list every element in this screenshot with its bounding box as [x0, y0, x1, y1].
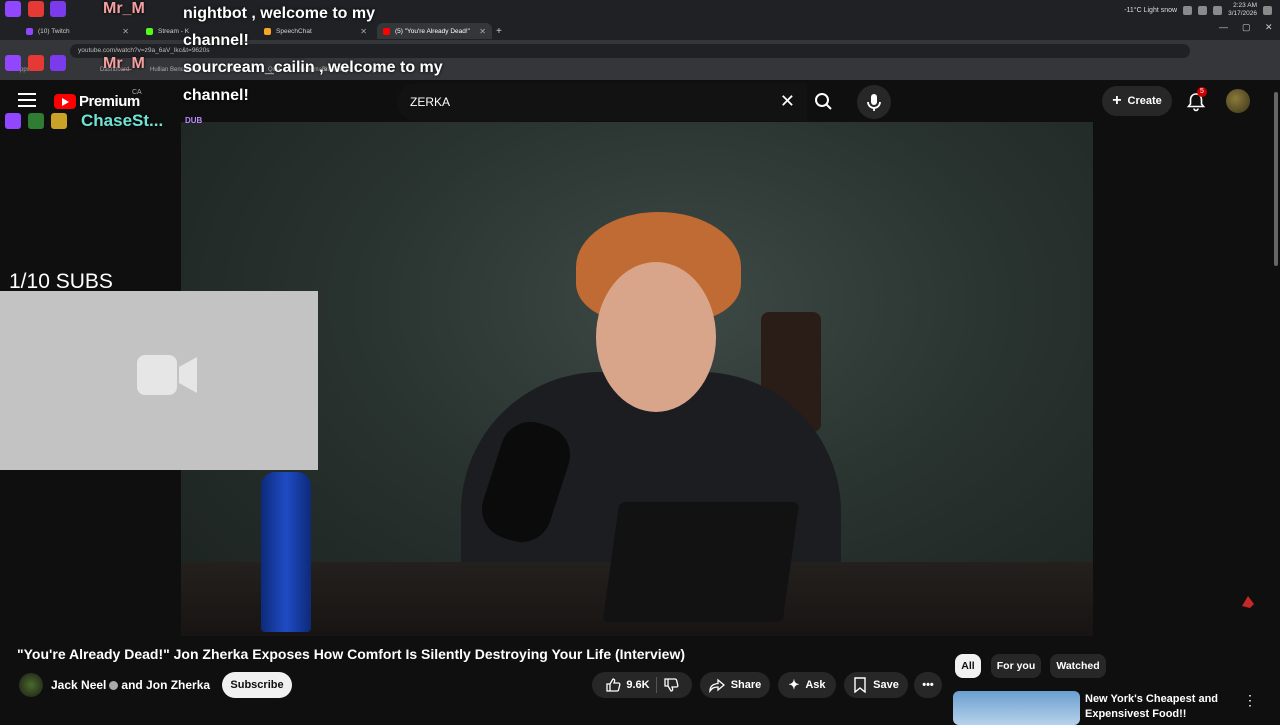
- video-scene-person-face: [596, 262, 716, 412]
- more-actions-icon[interactable]: •••: [914, 672, 942, 698]
- sparkle-icon: ✦: [788, 677, 800, 692]
- clock-date: 3/17/2026: [1228, 10, 1257, 17]
- save-label: Save: [873, 679, 899, 691]
- window-close-icon[interactable]: ✕: [1265, 22, 1273, 33]
- page-scrollbar[interactable]: [1274, 92, 1278, 266]
- youtube-play-icon: [54, 94, 76, 109]
- twitch-emote-icon: [5, 113, 21, 129]
- collab-channel-text[interactable]: and Jon Zherka: [121, 678, 210, 692]
- youtube-premium-logo[interactable]: Premium CA: [54, 89, 142, 110]
- share-label: Share: [730, 679, 762, 691]
- tab-close-icon[interactable]: ✕: [122, 27, 129, 36]
- system-tray: -11°C Light snow 2:23 AM 3/17/2026: [1124, 0, 1272, 20]
- wifi-icon[interactable]: [1183, 5, 1193, 15]
- twitch-emote-icon: [5, 1, 21, 17]
- tab-label: (10) Twitch: [38, 27, 70, 35]
- star-emote-icon: [50, 1, 66, 17]
- search-button[interactable]: [805, 83, 845, 121]
- battery-icon[interactable]: [1213, 5, 1223, 15]
- microphone-icon: [867, 94, 881, 111]
- chat-message: sourcream_cailin , welcome to my channel…: [183, 59, 443, 104]
- chip-watched[interactable]: Watched: [1050, 654, 1106, 678]
- thumbs-up-icon: [606, 678, 621, 692]
- like-divider: [655, 677, 657, 693]
- like-dislike-group: 9.6K: [592, 672, 692, 698]
- channel-watermark-icon: [1242, 596, 1254, 608]
- account-avatar[interactable]: [1226, 89, 1250, 113]
- voice-search-button[interactable]: [857, 85, 891, 119]
- save-button[interactable]: Save: [844, 672, 908, 698]
- video-title: "You're Already Dead!" Jon Zherka Expose…: [17, 646, 686, 662]
- suggested-video-title[interactable]: New York's Cheapest and Expensivest Food…: [1085, 692, 1225, 722]
- country-code: CA: [132, 89, 142, 96]
- check-emote-icon: [28, 113, 44, 129]
- browser-tab-twitch[interactable]: (10) Twitch ✕: [20, 23, 135, 39]
- new-tab-button[interactable]: +: [496, 23, 512, 39]
- dub-tag: DUB: [185, 116, 203, 125]
- minimize-icon[interactable]: —: [1219, 22, 1228, 32]
- channel-avatar[interactable]: [19, 673, 43, 697]
- thumbs-down-icon[interactable]: [663, 677, 679, 693]
- plus-icon: +: [1112, 92, 1122, 109]
- chip-all[interactable]: All: [955, 654, 981, 678]
- logo-text: Premium: [79, 93, 140, 110]
- twitch-emote-icon: [5, 55, 21, 71]
- hamburger-menu-icon[interactable]: [18, 93, 36, 109]
- channel-name[interactable]: Jack Neel and Jon Zherka: [51, 678, 210, 692]
- like-count: 9.6K: [626, 679, 650, 691]
- camera-emote-icon: [28, 1, 44, 17]
- subscribe-button[interactable]: Subscribe: [222, 672, 292, 698]
- bookmark-icon: [854, 677, 866, 693]
- camera-emote-icon: [28, 55, 44, 71]
- video-scene-tablet: [602, 502, 800, 622]
- diamond-emote-icon: [51, 113, 67, 129]
- chatter-name: ChaseSt...: [81, 111, 164, 130]
- ask-button[interactable]: ✦ Ask: [778, 672, 836, 698]
- chat-message: nightbot , welcome to my channel!: [183, 5, 376, 49]
- star-emote-icon: [50, 55, 66, 71]
- notification-center-icon[interactable]: [1263, 5, 1272, 15]
- chip-for-you[interactable]: For you: [991, 654, 1041, 678]
- clock-time: 2:23 AM: [1233, 2, 1257, 9]
- like-button[interactable]: 9.6K: [605, 677, 650, 693]
- verified-badge-icon: [109, 681, 119, 691]
- overlay-username: Mr_M: [103, 55, 145, 72]
- create-label: Create: [1127, 95, 1162, 107]
- channel-name-text[interactable]: Jack Neel: [51, 678, 106, 692]
- weather-widget[interactable]: -11°C Light snow: [1124, 7, 1177, 14]
- suggestion-menu-icon[interactable]: ⋮: [1243, 692, 1257, 709]
- share-button[interactable]: Share: [700, 672, 770, 698]
- clear-search-icon[interactable]: ✕: [780, 91, 795, 111]
- kick-favicon-icon: [146, 27, 153, 35]
- ask-label: Ask: [805, 679, 826, 691]
- search-input[interactable]: ZERKA ✕: [397, 83, 807, 121]
- system-clock[interactable]: 2:23 AM 3/17/2026: [1228, 2, 1257, 18]
- volume-icon[interactable]: [1198, 5, 1208, 15]
- notification-count-badge: 5: [1197, 87, 1207, 97]
- overlay-username: Mr_M: [103, 0, 145, 17]
- restore-icon[interactable]: ▢: [1242, 22, 1251, 33]
- share-arrow-icon: [709, 678, 725, 693]
- twitch-favicon-icon: [26, 27, 33, 35]
- create-button[interactable]: + Create: [1102, 86, 1172, 116]
- video-camera-icon: [137, 355, 197, 395]
- tab-close-icon[interactable]: ✕: [479, 27, 486, 36]
- video-scene-bottle: [261, 472, 311, 632]
- search-icon: [815, 93, 832, 110]
